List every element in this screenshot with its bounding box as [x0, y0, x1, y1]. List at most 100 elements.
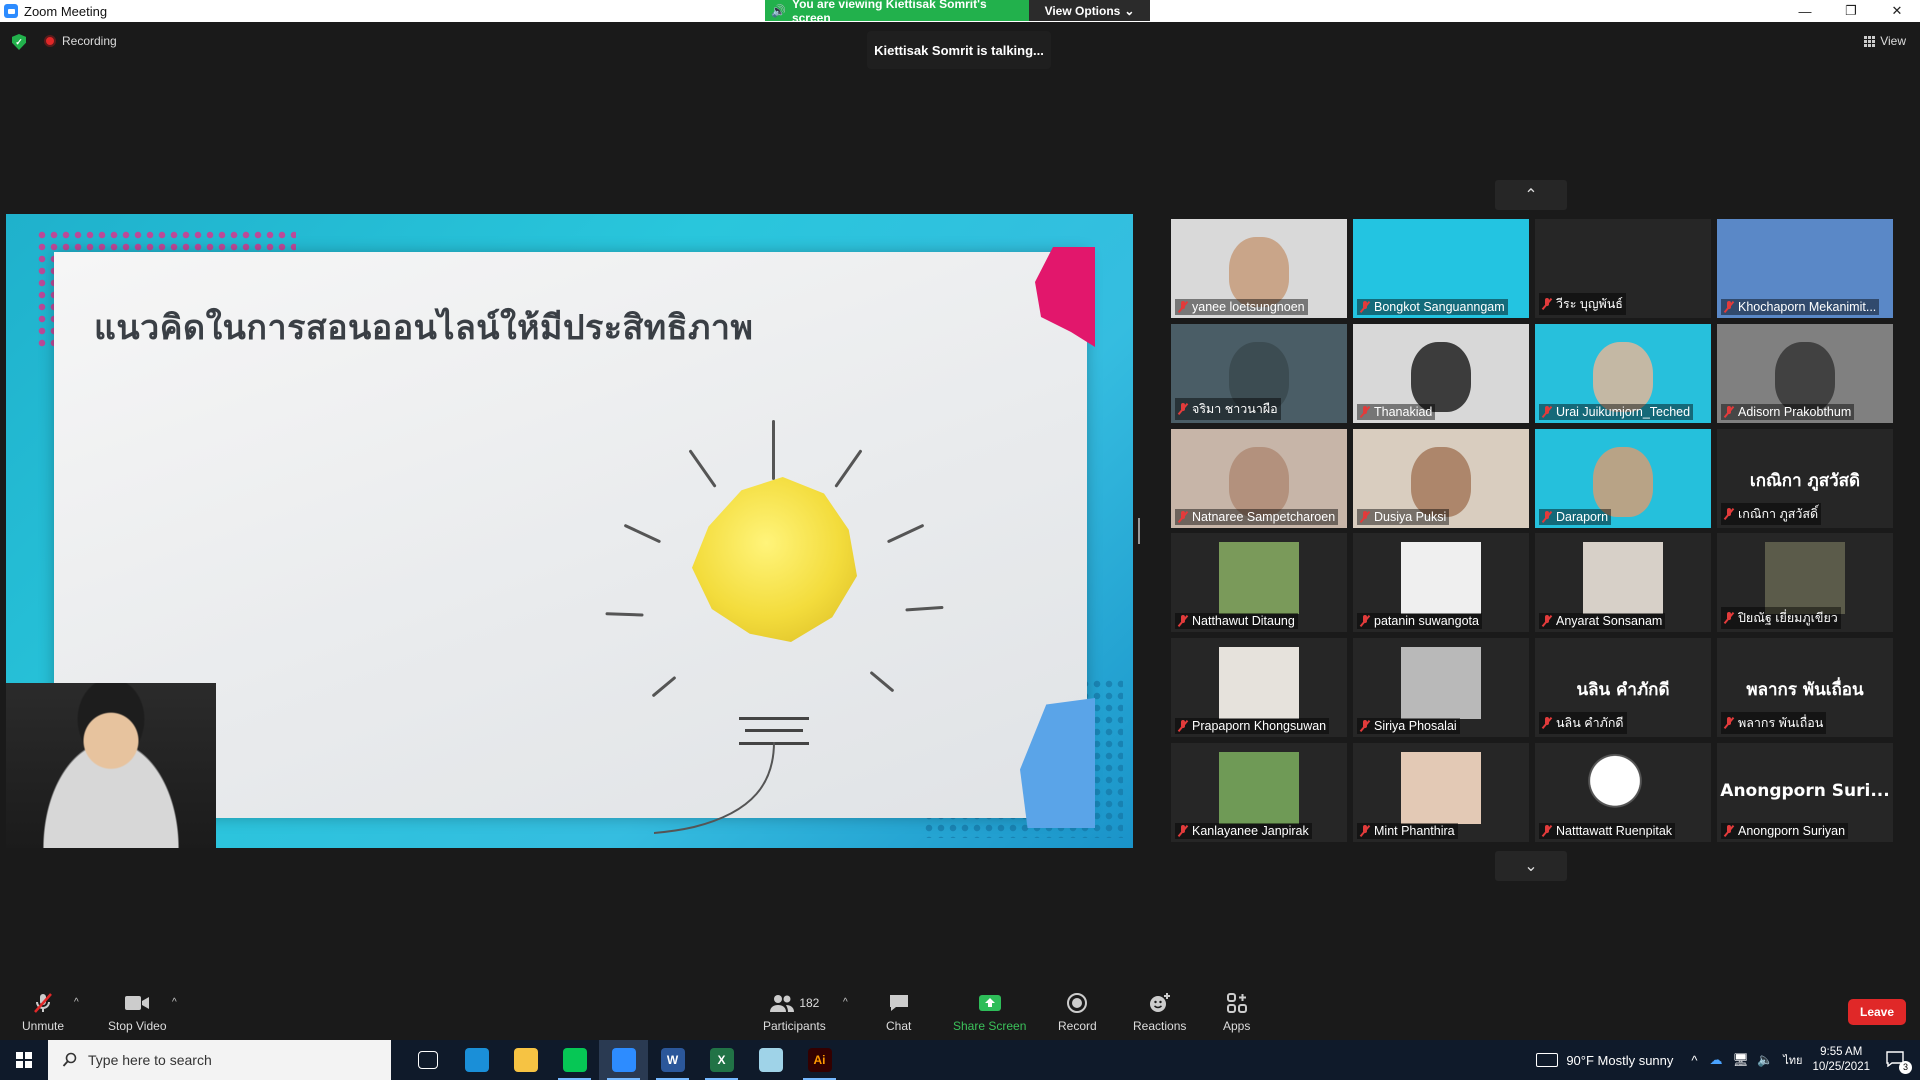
participant-tile[interactable]: นลิน คำภักดี นลิน คำภักดี [1535, 638, 1711, 737]
participants-options-caret[interactable]: ^ [843, 997, 848, 1008]
participant-name-label: Kanlayanee Janpirak [1175, 823, 1312, 839]
participant-tile[interactable]: จริมา ชาวนาผือ [1171, 324, 1347, 423]
participant-tile[interactable]: Urai Juikumjorn_Teched [1535, 324, 1711, 423]
viewing-screen-banner: 🔊 You are viewing Kiettisak Somrit's scr… [765, 0, 1150, 25]
maximize-button[interactable]: ❐ [1828, 0, 1874, 22]
chevron-down-icon: ⌄ [1124, 3, 1135, 18]
presenter-video-overlay [6, 683, 216, 848]
participant-name-label: พลากร พันเถื่อน [1721, 712, 1827, 734]
taskbar-app-notepad[interactable] [746, 1040, 795, 1080]
participant-name-label: Urai Juikumjorn_Teched [1539, 404, 1694, 420]
participant-tile[interactable]: Thanakiad [1353, 324, 1529, 423]
taskbar-app-zoom[interactable] [599, 1040, 648, 1080]
taskbar-app-edge[interactable] [452, 1040, 501, 1080]
volume-icon[interactable]: 🔈 [1757, 1052, 1773, 1068]
participant-tile[interactable]: Prapaporn Khongsuwan [1171, 638, 1347, 737]
language-indicator[interactable]: ไทย [1783, 1051, 1802, 1069]
chevron-up-icon[interactable]: ^ [1691, 1053, 1697, 1068]
clock[interactable]: 9:55 AM 10/25/2021 [1812, 1045, 1870, 1075]
video-options-caret[interactable]: ^ [172, 997, 177, 1008]
participant-name-display: พลากร พันเถื่อน [1746, 680, 1864, 700]
participant-tile[interactable]: วีระ บุญพันธ์ [1535, 219, 1711, 318]
participant-face [1775, 342, 1835, 412]
start-button[interactable] [0, 1040, 48, 1080]
view-options-button[interactable]: View Options ⌄ [1029, 0, 1150, 21]
muted-microphone-icon [1724, 508, 1734, 520]
taskbar-app-illustrator[interactable]: Ai [795, 1040, 844, 1080]
share-screen-button[interactable]: Share Screen [953, 991, 1026, 1033]
participant-name: วีระ บุญพันธ์ [1556, 297, 1623, 311]
apps-icon [1226, 991, 1248, 1015]
participant-tile[interactable]: Natthawut Ditaung [1171, 533, 1347, 632]
participant-tile[interactable]: Adisorn Prakobthum [1717, 324, 1893, 423]
taskbar-app-line[interactable] [550, 1040, 599, 1080]
unmute-button[interactable]: Unmute [22, 991, 64, 1033]
participant-tile[interactable]: Natnaree Sampetcharoen [1171, 429, 1347, 528]
record-button[interactable]: Record [1058, 991, 1097, 1033]
participant-tile[interactable]: Kanlayanee Janpirak [1171, 743, 1347, 842]
participant-tile[interactable]: Daraporn [1535, 429, 1711, 528]
viewing-screen-notice: 🔊 You are viewing Kiettisak Somrit's scr… [765, 0, 1029, 25]
video-camera-icon [124, 991, 150, 1015]
participant-tile[interactable]: Siriya Phosalai [1353, 638, 1529, 737]
participant-name-label: Natnaree Sampetcharoen [1175, 509, 1339, 525]
participant-tile[interactable]: พลากร พันเถื่อน พลากร พันเถื่อน [1717, 638, 1893, 737]
taskbar-app-word[interactable]: W [648, 1040, 697, 1080]
news-weather-icon[interactable] [1536, 1053, 1559, 1067]
participant-name-display: เกณิกา ภูสวัสดิ [1749, 471, 1861, 491]
shared-screen[interactable]: แนวคิดในการสอนออนไลน์ให้มีประสิทธิภาพ [6, 214, 1133, 848]
view-button[interactable]: View [1864, 34, 1906, 48]
participants-label: Participants [763, 1019, 826, 1033]
minimize-button[interactable]: — [1782, 0, 1828, 22]
audio-options-caret[interactable]: ^ [74, 997, 79, 1008]
zoom-icon [611, 1048, 636, 1072]
weather-text[interactable]: 90°F Mostly sunny [1566, 1053, 1673, 1068]
taskbar-app-file-explorer[interactable] [501, 1040, 550, 1080]
participant-name-label: Siriya Phosalai [1357, 718, 1460, 734]
speaker-icon: 🔊 [771, 3, 786, 18]
gallery-down-button[interactable]: ⌄ [1495, 851, 1567, 881]
lightbulb-illustration [605, 412, 944, 834]
chat-button[interactable]: Chat [886, 991, 911, 1033]
taskbar-app-task-view[interactable] [403, 1040, 452, 1080]
participants-button[interactable]: 182 Participants [763, 991, 826, 1033]
participant-tile[interactable]: Anongporn Suri... Anongporn Suriyan [1717, 743, 1893, 842]
participant-name-display: นลิน คำภักดี [1576, 680, 1670, 700]
muted-microphone-icon [1724, 717, 1734, 729]
participant-tile[interactable]: patanin suwangota [1353, 533, 1529, 632]
participant-tile[interactable]: Khochaporn Mekanimit... [1717, 219, 1893, 318]
gallery-up-button[interactable]: ⌃ [1495, 180, 1567, 210]
leave-button[interactable]: Leave [1848, 999, 1906, 1025]
participant-tile[interactable]: Dusiya Puksi [1353, 429, 1529, 528]
profile-photo [1583, 542, 1663, 614]
onedrive-icon[interactable]: ☁ [1710, 1052, 1723, 1068]
recording-indicator[interactable]: Recording [44, 34, 117, 48]
notifications-button[interactable]: 3 [1886, 1050, 1912, 1074]
network-icon[interactable]: 🖥 [1733, 1052, 1750, 1068]
participant-tile[interactable]: Bongkot Sanguanngam [1353, 219, 1529, 318]
taskbar-search-box[interactable]: Type here to search [48, 1040, 391, 1080]
participant-tile[interactable]: Natttawatt Ruenpitak [1535, 743, 1711, 842]
participant-tile[interactable]: Anyarat Sonsanam [1535, 533, 1711, 632]
reactions-button[interactable]: Reactions [1133, 991, 1186, 1033]
participant-tile[interactable]: Mint Phanthira [1353, 743, 1529, 842]
encryption-shield-icon[interactable]: ✓ [12, 34, 26, 50]
participant-name: ปิยณัฐ เยี่ยมภูเขียว [1738, 611, 1838, 625]
profile-photo [1765, 542, 1845, 614]
zoom-logo-icon [4, 4, 18, 18]
stop-video-button[interactable]: Stop Video [108, 991, 167, 1033]
taskbar-app-excel[interactable]: X [697, 1040, 746, 1080]
participant-tile[interactable]: yanee loetsungnoen [1171, 219, 1347, 318]
participant-tile[interactable]: เกณิกา ภูสวัสดิ เกณิกา ภูสวัสดิ์ [1717, 429, 1893, 528]
muted-microphone-icon [1542, 825, 1552, 837]
bulb-base [739, 717, 809, 745]
split-divider-handle[interactable] [1138, 518, 1140, 544]
participant-tile[interactable]: ปิยณัฐ เยี่ยมภูเขียว [1717, 533, 1893, 632]
record-label: Record [1058, 1019, 1097, 1033]
line-icon [562, 1048, 587, 1072]
close-button[interactable]: ✕ [1874, 0, 1920, 22]
muted-microphone-icon [1724, 825, 1734, 837]
participant-name: Natthawut Ditaung [1192, 614, 1295, 628]
slide-title: แนวคิดในการสอนออนไลน์ให้มีประสิทธิภาพ [94, 308, 754, 348]
apps-button[interactable]: Apps [1223, 991, 1250, 1033]
